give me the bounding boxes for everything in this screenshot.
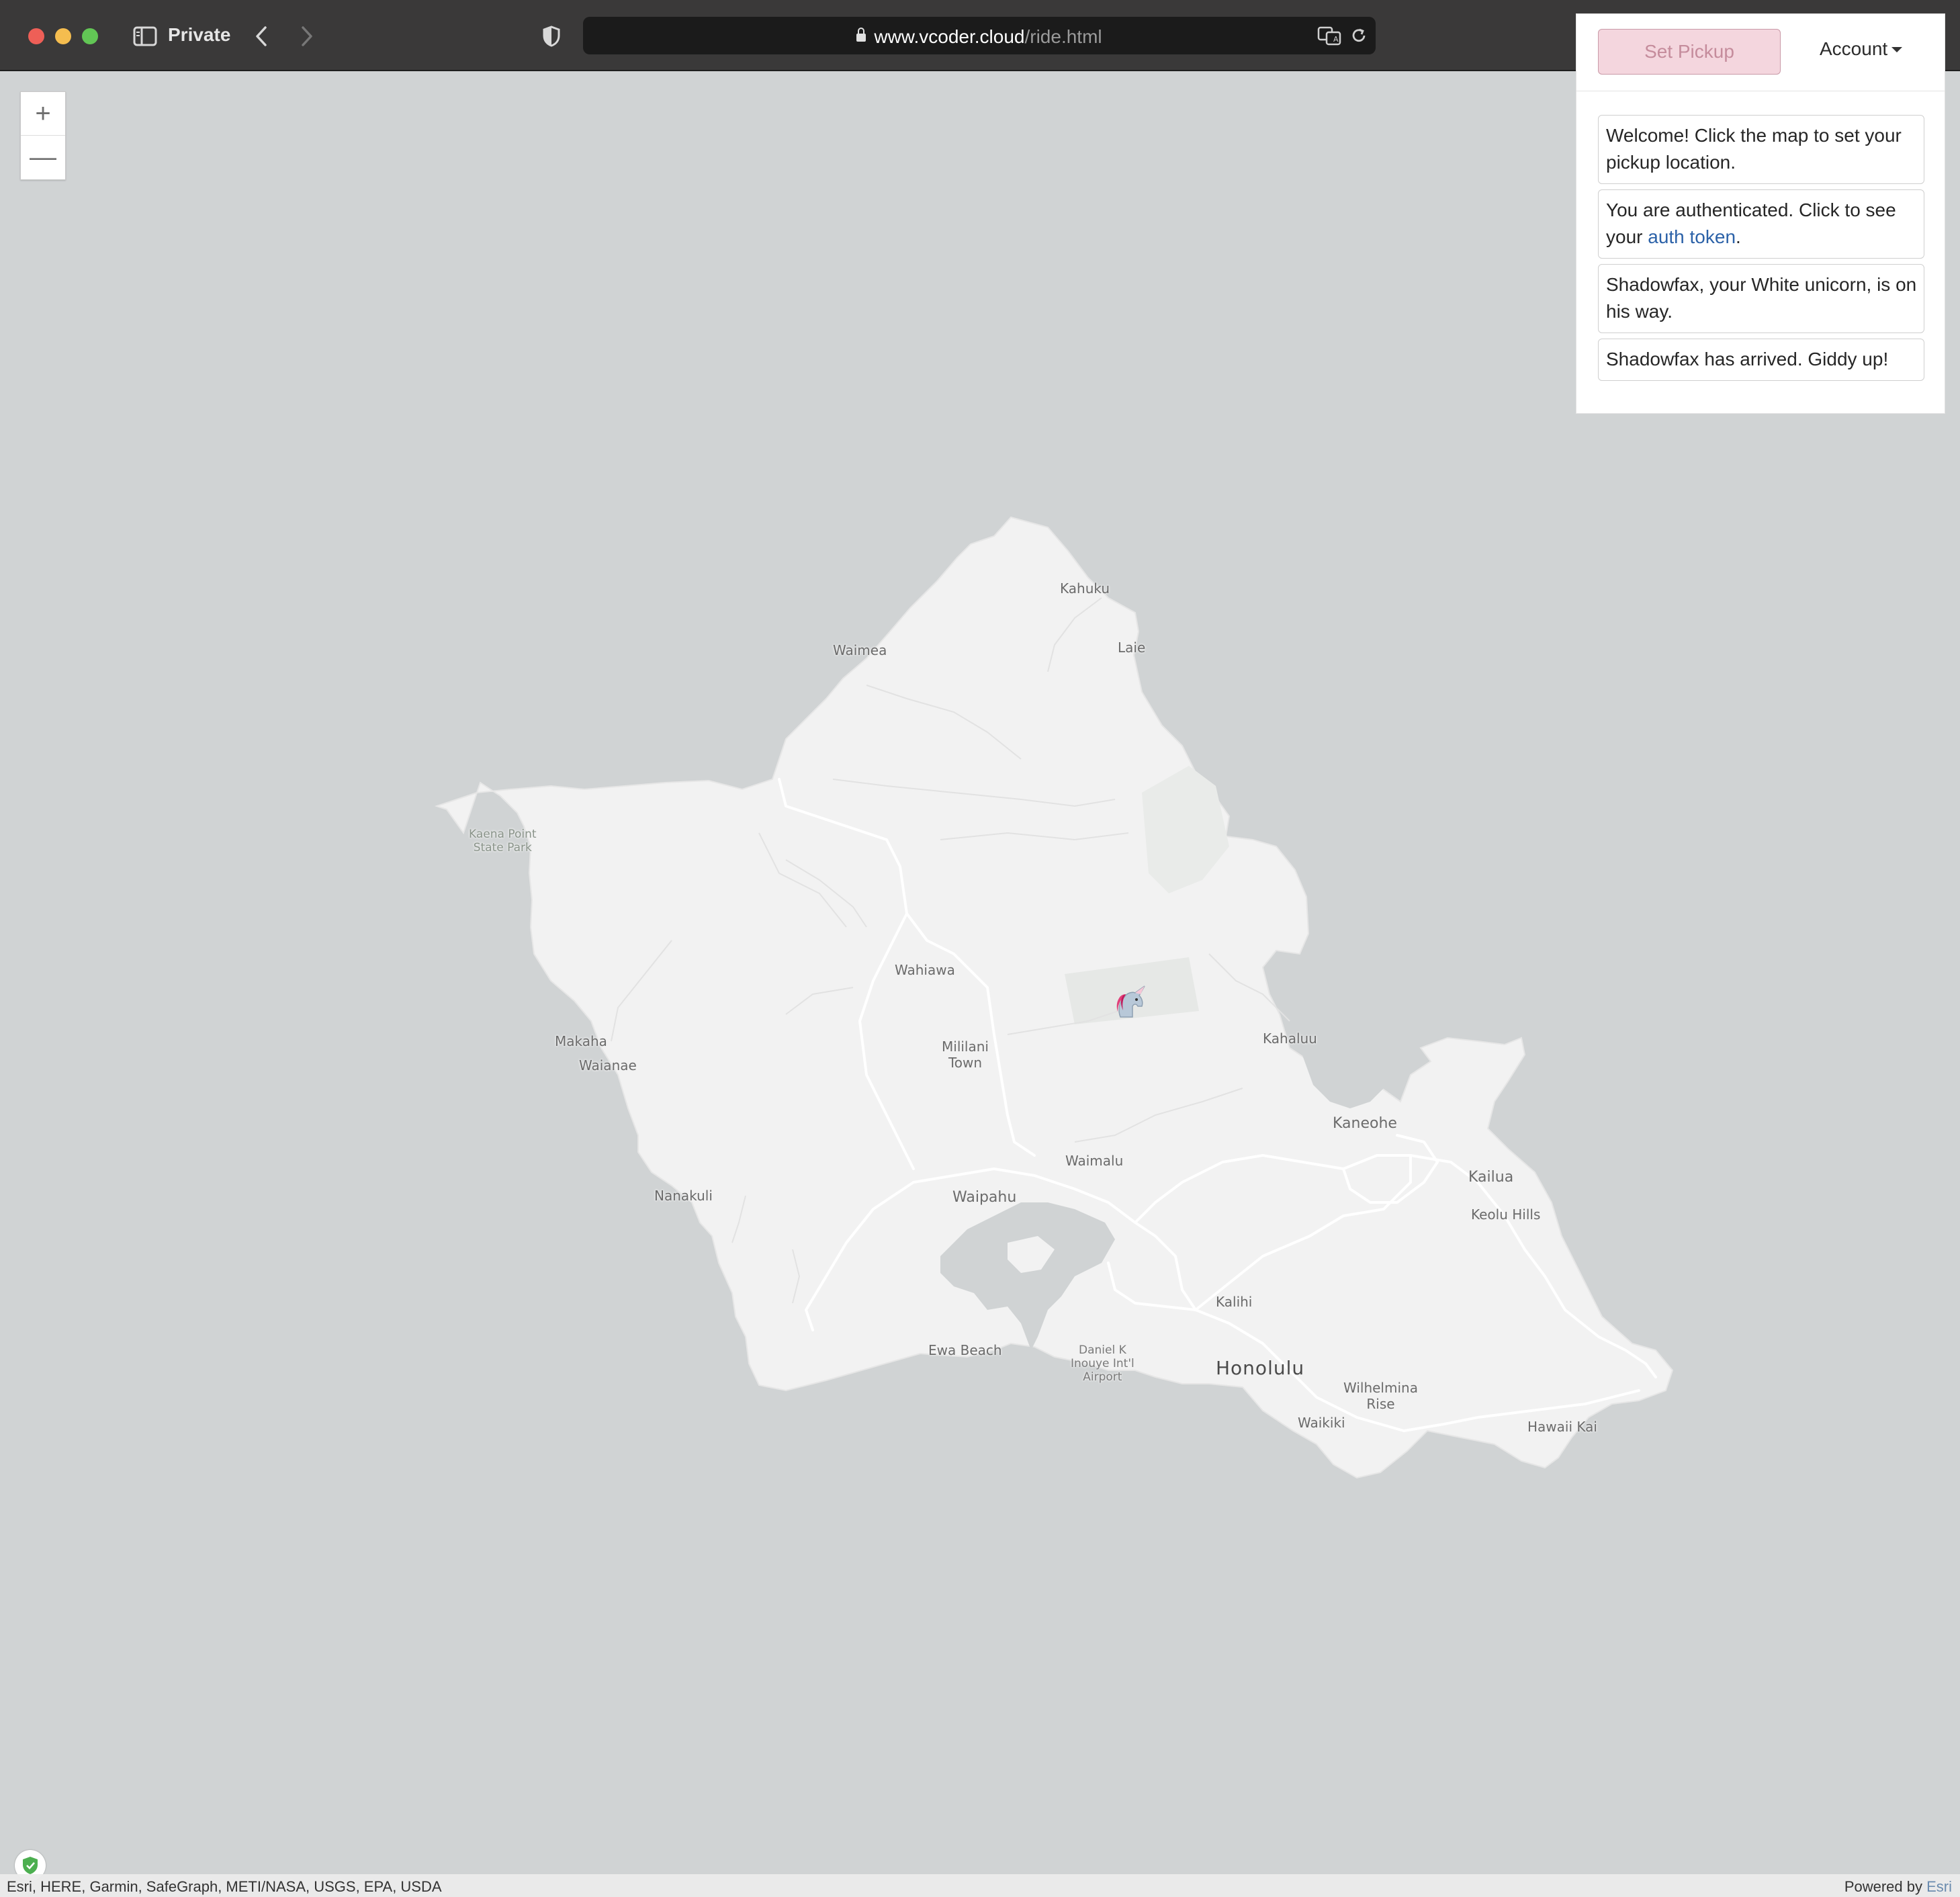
account-label: Account xyxy=(1820,38,1888,59)
auth-message-period: . xyxy=(1736,226,1741,247)
place-label-wilhelmina-rise: Wilhelmina Rise xyxy=(1343,1380,1418,1412)
lock-icon xyxy=(856,28,866,42)
place-label-airport: Daniel K Inouye Int'l Airport xyxy=(1071,1343,1134,1384)
close-window-button[interactable] xyxy=(28,28,44,44)
place-label-waimalu: Waimalu xyxy=(1065,1153,1124,1169)
place-label-airport-line3: Airport xyxy=(1083,1370,1122,1384)
place-label-kalihi: Kalihi xyxy=(1216,1294,1253,1310)
back-icon[interactable] xyxy=(250,20,273,52)
place-label-kahuku: Kahuku xyxy=(1060,580,1110,597)
minimize-window-button[interactable] xyxy=(55,28,71,44)
place-label-mililani-town: Mililani Town xyxy=(942,1039,989,1071)
set-pickup-button[interactable]: Set Pickup xyxy=(1598,29,1781,75)
place-label-airport-line1: Daniel K xyxy=(1079,1343,1126,1357)
place-label-nanakuli: Nanakuli xyxy=(654,1188,713,1204)
place-label-waipahu: Waipahu xyxy=(952,1189,1017,1206)
esri-link[interactable]: Esri xyxy=(1926,1878,1952,1895)
place-label-kaena-point: Kaena Point State Park xyxy=(469,828,537,854)
map-attribution: Esri, HERE, Garmin, SafeGraph, METI/NASA… xyxy=(0,1874,1960,1897)
place-label-waianae: Waianae xyxy=(579,1057,637,1073)
address-bar[interactable]: www.vcoder.cloud/ride.html A xyxy=(583,17,1376,54)
place-label-honolulu: Honolulu xyxy=(1216,1357,1305,1379)
auth-token-link[interactable]: auth token xyxy=(1648,226,1736,247)
place-label-kaena-point-line2: State Park xyxy=(473,841,532,854)
svg-text:A: A xyxy=(1333,35,1339,44)
place-label-waikiki: Waikiki xyxy=(1298,1415,1345,1431)
attribution-sources: Esri, HERE, Garmin, SafeGraph, METI/NASA… xyxy=(7,1878,442,1895)
message-list: Welcome! Click the map to set your picku… xyxy=(1598,115,1924,386)
url-text: www.vcoder.cloud/ride.html xyxy=(583,26,1376,48)
zoom-in-button[interactable]: + xyxy=(21,92,65,135)
account-dropdown[interactable]: Account xyxy=(1820,38,1903,60)
place-label-laie: Laie xyxy=(1118,639,1146,656)
place-label-keolu-hills: Keolu Hills xyxy=(1471,1206,1541,1223)
place-label-wilhelmina-line2: Rise xyxy=(1366,1396,1395,1412)
place-label-mililani-line2: Town xyxy=(948,1055,983,1071)
place-label-wahiawa: Wahiawa xyxy=(895,962,955,978)
zoom-control: + — xyxy=(20,91,66,180)
private-browsing-label: Private xyxy=(168,24,231,45)
sidebar-icon[interactable] xyxy=(132,20,159,52)
zoom-window-button[interactable] xyxy=(82,28,98,44)
place-label-kahaluu: Kahaluu xyxy=(1263,1030,1317,1047)
place-label-mililani-line1: Mililani xyxy=(942,1039,989,1055)
place-label-ewa-beach: Ewa Beach xyxy=(928,1342,1002,1358)
powered-by: Powered by Esri xyxy=(1844,1878,1952,1896)
url-path: /ride.html xyxy=(1024,26,1102,47)
place-label-kaena-point-line1: Kaena Point xyxy=(469,828,537,841)
panel-header: Set Pickup Account xyxy=(1576,14,1945,91)
place-label-kailua: Kailua xyxy=(1468,1169,1514,1186)
message-welcome: Welcome! Click the map to set your picku… xyxy=(1598,115,1924,184)
message-arrived: Shadowfax has arrived. Giddy up! xyxy=(1598,339,1924,381)
forward-icon[interactable] xyxy=(296,20,318,52)
unicorn-icon[interactable] xyxy=(1112,983,1150,1021)
place-label-waimea: Waimea xyxy=(833,642,887,658)
message-authenticated: You are authenticated. Click to see your… xyxy=(1598,189,1924,259)
translate-icon[interactable]: A xyxy=(1315,19,1345,52)
place-label-airport-line2: Inouye Int'l xyxy=(1071,1357,1134,1370)
powered-by-text: Powered by xyxy=(1844,1878,1927,1895)
url-domain: www.vcoder.cloud xyxy=(874,26,1025,47)
place-label-wilhelmina-line1: Wilhelmina xyxy=(1343,1380,1418,1396)
privacy-shield-icon[interactable] xyxy=(540,20,563,52)
zoom-out-button[interactable]: — xyxy=(21,135,65,179)
place-label-kaneohe: Kaneohe xyxy=(1333,1115,1397,1132)
message-on-the-way: Shadowfax, your White unicorn, is on his… xyxy=(1598,264,1924,333)
caret-down-icon xyxy=(1891,47,1903,52)
ride-panel: Set Pickup Account Welcome! Click the ma… xyxy=(1576,13,1945,414)
place-label-makaha: Makaha xyxy=(555,1033,607,1049)
place-label-hawaii-kai: Hawaii Kai xyxy=(1527,1419,1597,1435)
reload-icon[interactable] xyxy=(1347,19,1370,52)
